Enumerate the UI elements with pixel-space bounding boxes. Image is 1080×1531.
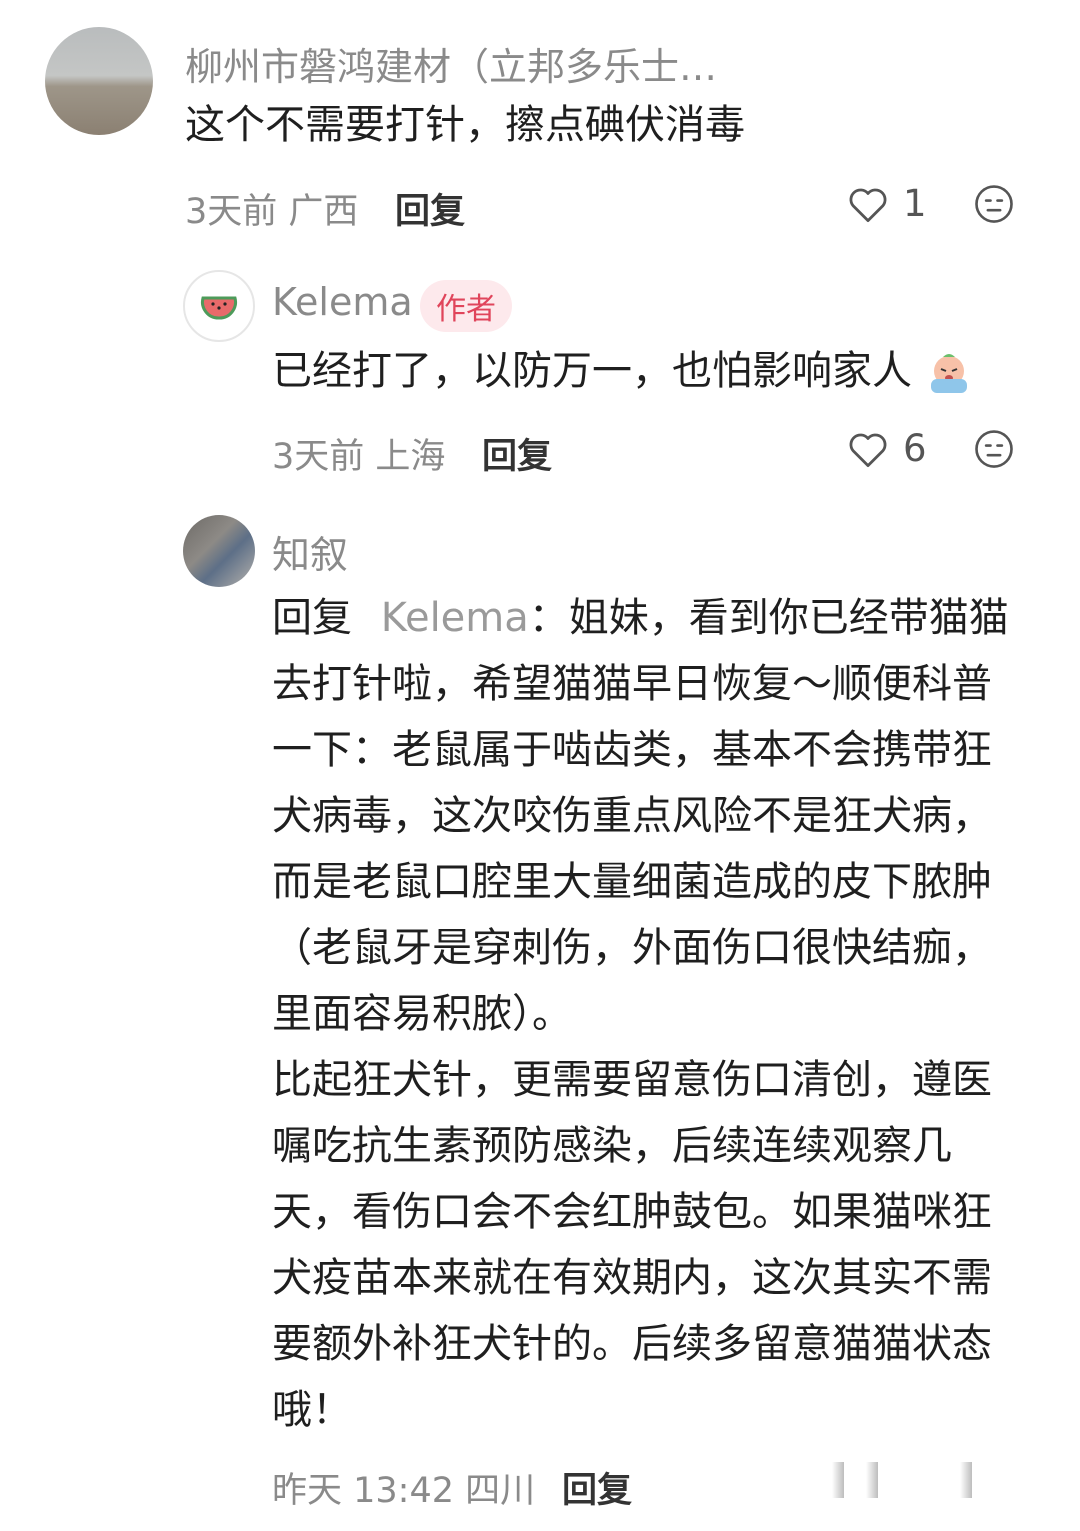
comment-line: 要额外补狂犬针的。后续多留意猫猫状态 [272,1321,992,1367]
mention-colon: ： [528,595,569,641]
comment-line: 一下：老鼠属于啮齿类，基本不会携带狂 [272,727,992,773]
bar-icon [866,1462,878,1498]
time-location: 昨天 13:42 四川 [272,1471,536,1511]
time-location: 3天前 上海 [272,437,446,477]
unhappy-face-icon [975,430,1013,468]
watermelon-avatar-icon[interactable] [183,270,255,342]
reply-button[interactable]: 回复 [482,428,552,479]
comment-line: 犬病毒，这次咬伤重点风险不是狂犬病， [272,793,992,839]
reply-prefix: 回复 [272,595,352,641]
landscape-avatar-icon[interactable] [45,27,153,135]
heart-icon [849,188,887,222]
comment-line: 犬疫苗本来就在有效期内，这次其实不需 [272,1255,992,1301]
like-button[interactable]: 1 [847,182,927,225]
author-badge: 作者 [420,280,512,332]
unhappy-face-icon [975,185,1013,223]
like-count: 6 [903,427,927,470]
comment-line: 而是老鼠口腔里大量细菌造成的皮下脓肿 [272,859,992,905]
comment-line: 天，看伤口会不会红肿鼓包。如果猫咪狂 [272,1189,992,1235]
comment-line: 去打针啦，希望猫猫早日恢复～顺便科普 [272,661,992,707]
like-button[interactable]: 6 [847,427,927,470]
heart-icon [849,433,887,467]
comment-line: 哦！ [272,1387,352,1433]
comment-line-1: 回复 Kelema：姐妹，看到你已经带猫猫 [272,585,1009,651]
comment-text: 回复 Kelema：姐妹，看到你已经带猫猫 去打针啦，希望猫猫早日恢复～顺便科普… [272,585,1009,1443]
like-count: 1 [903,182,927,225]
bar-icon [960,1462,972,1498]
comment-line: （老鼠牙是穿刺伤，外面伤口很快结痂， [272,925,992,971]
reply-button[interactable]: 回复 [395,183,465,234]
dislike-button[interactable] [973,183,1015,229]
comment-line: 比起狂犬针，更需要留意伤口清创，遵医 [272,1057,992,1103]
mention-link[interactable]: Kelema [381,595,529,641]
crying-emoji-icon [925,349,973,397]
bar-icon [832,1462,844,1498]
person-photo-avatar-icon[interactable] [183,515,255,587]
username[interactable]: 柳州市磐鸿建材（立邦多乐士… [185,36,717,91]
comment-text: 这个不需要打针，擦点碘伏消毒 [185,102,745,148]
comment-text: 已经打了，以防万一，也怕影响家人 [272,338,973,404]
comment-line-text: 姐妹，看到你已经带猫猫 [568,595,1009,641]
reply-button[interactable]: 回复 [562,1462,632,1513]
dislike-button[interactable] [973,428,1015,474]
username[interactable]: 知叙 [272,524,348,579]
comment-line: 里面容易积脓）。 [272,991,572,1037]
time-location: 3天前 广西 [185,192,359,232]
username[interactable]: Kelema [272,280,413,324]
more-options-button[interactable] [832,1462,972,1498]
comment-line: 嘱吃抗生素预防感染，后续连续观察几 [272,1123,952,1169]
comment-text-content: 已经打了，以防万一，也怕影响家人 [272,348,912,394]
